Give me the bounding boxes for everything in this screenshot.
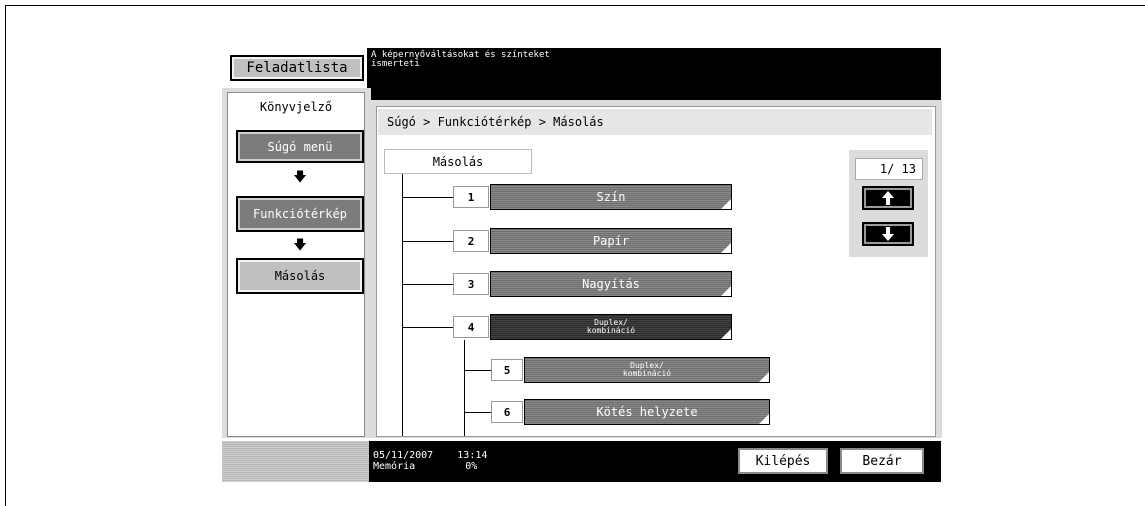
sidebar-item-copy[interactable]: Másolás <box>236 258 364 294</box>
message-line-2: ismerteti <box>371 59 420 69</box>
close-button[interactable]: Bezár <box>838 446 926 476</box>
function-button-zoom[interactable]: Nagyítás <box>490 271 732 297</box>
tree-branch-line <box>403 197 453 198</box>
arrow-down-icon: 🡇 <box>293 170 307 185</box>
function-button-duplex-combine-sub[interactable]: Duplex/ kombináció <box>524 357 770 383</box>
tree-subtrunk-line <box>464 340 465 436</box>
sidebar-item-help-menu[interactable]: Súgó menü <box>236 130 364 163</box>
tree-item-number: 2 <box>453 230 489 252</box>
tree-branch-line <box>403 241 453 242</box>
message-line-1: A képernyőváltásokat és színteket <box>371 50 550 60</box>
footer-left-strip <box>222 441 369 482</box>
tree-branch-line <box>465 412 491 413</box>
time: 13:14 <box>457 450 488 461</box>
page-indicator: 1/ 13 <box>855 158 923 180</box>
date: 05/11/2007 <box>373 450 434 461</box>
function-button-label: Papír <box>592 234 630 248</box>
function-button-label: Nagyítás <box>582 277 640 291</box>
function-button-duplex-combine[interactable]: Duplex/ kombináció <box>490 314 732 340</box>
message-bar: A képernyőváltásokat és színteket ismert… <box>367 48 941 100</box>
function-button-binding-position[interactable]: Kötés helyzete <box>524 399 770 425</box>
function-button-label-line2: kombináció <box>622 369 672 378</box>
tree-root-label: Másolás <box>384 149 532 174</box>
arrow-up-icon <box>882 191 894 205</box>
job-list-button[interactable]: Feladatlista <box>230 55 364 81</box>
exit-button[interactable]: Kilépés <box>736 446 830 476</box>
arrow-down-icon: 🡇 <box>293 238 307 253</box>
memory-label: Memória <box>373 461 416 472</box>
page-down-button[interactable] <box>862 222 914 246</box>
memory-value: 0% <box>465 461 478 472</box>
function-button-label-line2: kombináció <box>586 326 636 335</box>
tree-item-number: 6 <box>491 401 523 423</box>
tree-branch-line <box>403 284 453 285</box>
tree-item-number: 4 <box>453 316 489 338</box>
function-button-label: Szín <box>596 190 626 204</box>
tree-branch-line <box>403 327 453 328</box>
function-button-color[interactable]: Szín <box>490 184 732 210</box>
arrow-down-icon <box>882 227 894 241</box>
function-button-label: Kötés helyzete <box>596 405 698 419</box>
page-up-button[interactable] <box>862 186 914 210</box>
tree-branch-line <box>465 370 491 371</box>
tree-item-number: 1 <box>453 186 489 208</box>
tree-trunk-line <box>402 174 403 436</box>
bookmark-tab[interactable]: Könyvjelző <box>227 92 365 120</box>
sidebar-item-function-map[interactable]: Funkciótérkép <box>236 196 364 232</box>
function-button-paper[interactable]: Papír <box>490 228 732 254</box>
breadcrumb: Súgó > Funkciótérkép > Másolás <box>378 109 932 135</box>
tree-item-number: 5 <box>491 359 523 381</box>
tree-item-number: 3 <box>453 273 489 295</box>
